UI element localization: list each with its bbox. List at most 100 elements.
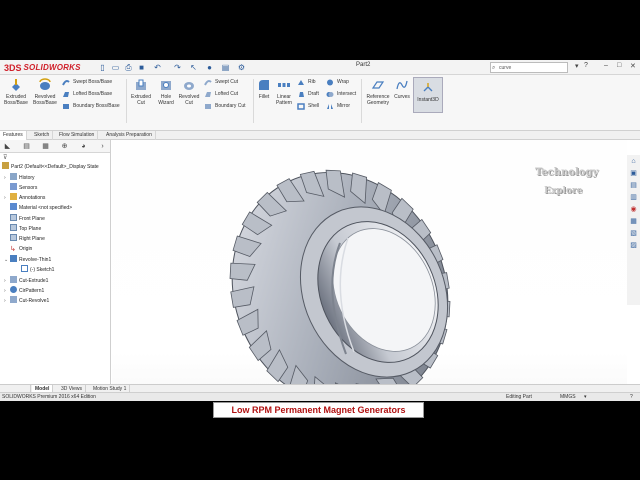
extruded-cut-button[interactable]: Extruded Cut — [128, 78, 154, 106]
display-manager-tab-icon[interactable]: ◕ — [79, 142, 88, 151]
feature-manager-tab-icon[interactable]: ◣ — [3, 142, 12, 151]
history-icon — [10, 173, 17, 180]
solidworks-logo[interactable]: 3DS SOLIDWORKS — [4, 62, 81, 73]
custom-properties-icon[interactable]: ▧ — [629, 229, 638, 238]
tree-item-history[interactable]: › History — [4, 173, 35, 182]
rebuild-icon[interactable]: ● — [204, 62, 215, 73]
tree-item-sensors[interactable]: Sensors — [4, 183, 37, 192]
file-properties-icon[interactable]: ▤ — [220, 62, 231, 73]
reference-geometry-button[interactable]: Reference Geometry — [363, 78, 393, 106]
help-icon[interactable]: ? — [584, 62, 588, 69]
view-palette-icon[interactable]: ▦ — [629, 217, 638, 226]
close-icon[interactable]: ✕ — [630, 62, 636, 70]
lofted-boss-button[interactable]: Lofted Boss/Base — [62, 90, 112, 99]
minimize-icon[interactable]: – — [604, 62, 608, 69]
cut-revolve-icon — [10, 296, 17, 303]
save-icon[interactable]: ■ — [136, 62, 147, 73]
revolved-boss-button[interactable]: Revolved Boss/Base — [31, 78, 59, 106]
search-text: curve — [499, 65, 512, 71]
video-caption: Low RPM Permanent Magnet Generators — [213, 402, 424, 418]
search-input[interactable]: ⌕ curve — [490, 62, 568, 73]
redo-icon[interactable]: ↷ — [172, 62, 183, 73]
help-status-icon[interactable]: ? — [630, 394, 633, 400]
tree-item-origin[interactable]: ↳ Origin — [4, 245, 32, 254]
reference-geometry-icon — [371, 81, 385, 89]
tab-flow-simulation[interactable]: Flow Simulation — [56, 131, 99, 140]
shell-button[interactable]: Shell — [297, 102, 319, 111]
extruded-boss-button[interactable]: Extruded Boss/Base — [2, 78, 30, 106]
maximize-icon[interactable]: □ — [617, 62, 621, 69]
bottom-tabs: Model 3D Views Motion Study 1 — [0, 384, 640, 393]
graphics-viewport[interactable]: Technology Explore — [112, 140, 627, 401]
tire-model-render[interactable] — [112, 140, 627, 401]
hole-wizard-icon — [161, 81, 171, 90]
wrap-button[interactable]: Wrap — [326, 78, 349, 87]
shell-icon — [297, 103, 305, 110]
forum-icon[interactable]: ▨ — [629, 241, 638, 250]
curves-button[interactable]: Curves — [393, 78, 411, 100]
rib-button[interactable]: Rib — [297, 78, 316, 87]
file-explorer-icon[interactable]: ▥ — [629, 193, 638, 202]
units-dropdown-icon[interactable]: ▾ — [584, 394, 587, 400]
tree-item-sketch1[interactable]: (-) Sketch1 — [21, 265, 54, 274]
options-gear-icon[interactable]: ⚙ — [236, 62, 247, 73]
new-document-icon[interactable]: ▯ — [97, 62, 108, 73]
tab-analysis-preparation[interactable]: Analysis Preparation — [103, 131, 156, 140]
tree-item-cirpattern1[interactable]: › CirPattern1 — [4, 286, 44, 295]
revolved-cut-button[interactable]: Revolved Cut — [177, 78, 201, 106]
swept-cut-button[interactable]: Swept Cut — [204, 78, 238, 87]
tree-item-front-plane[interactable]: Front Plane — [4, 214, 45, 223]
tree-item-top-plane[interactable]: Top Plane — [4, 224, 41, 233]
boundary-boss-icon — [63, 104, 69, 109]
plane-icon — [10, 224, 17, 231]
intersect-button[interactable]: Intersect — [326, 90, 356, 99]
tree-item-right-plane[interactable]: Right Plane — [4, 234, 45, 243]
resources-icon[interactable]: ▣ — [629, 169, 638, 178]
tree-item-cut-revolve1[interactable]: › Cut-Revolve1 — [4, 296, 49, 305]
dimxpert-tab-icon[interactable]: ⊕ — [60, 142, 69, 151]
hole-wizard-button[interactable]: Hole Wizard — [155, 78, 177, 106]
units-text[interactable]: MMGS — [560, 394, 576, 400]
tab-sketch[interactable]: Sketch — [31, 131, 54, 140]
print-icon[interactable]: ⎙ — [123, 62, 134, 73]
tree-item-revolve-thin1[interactable]: ⌄ Revolve-Thin1 — [4, 255, 51, 264]
command-manager-ribbon: Extruded Boss/Base Revolved Boss/Base Sw… — [0, 75, 640, 131]
configuration-manager-tab-icon[interactable]: ▦ — [41, 142, 50, 151]
swept-boss-button[interactable]: Swept Boss/Base — [62, 78, 112, 87]
tree-item-material[interactable]: Material <not specified> — [4, 203, 72, 212]
swept-cut-icon — [204, 80, 212, 86]
tree-item-cut-extrude1[interactable]: › Cut-Extrude1 — [4, 276, 48, 285]
document-title: Part2 — [356, 62, 371, 68]
lofted-cut-button[interactable]: Lofted Cut — [204, 90, 238, 99]
panel-expand-icon[interactable]: › — [98, 142, 107, 151]
linear-pattern-button[interactable]: Linear Pattern — [273, 78, 295, 106]
lofted-cut-icon — [205, 92, 211, 97]
search-dropdown-icon[interactable]: ▾ — [575, 62, 579, 70]
tree-item-annotations[interactable]: › Annotations — [4, 193, 45, 202]
tab-features[interactable]: Features — [0, 131, 27, 140]
open-icon[interactable]: ▭ — [110, 62, 121, 73]
tree-root-part[interactable]: Part2 (Default<<Default>_Display State — [2, 162, 99, 171]
draft-button[interactable]: Draft — [297, 90, 319, 99]
boundary-cut-button[interactable]: Boundary Cut — [204, 102, 246, 111]
mirror-button[interactable]: Mirror — [326, 102, 350, 111]
property-manager-tab-icon[interactable]: ▤ — [22, 142, 31, 151]
fillet-icon — [259, 80, 269, 90]
fillet-button[interactable]: Fillet — [255, 78, 273, 100]
plane-icon — [10, 214, 17, 221]
appearances-icon[interactable]: ◉ — [629, 205, 638, 214]
boundary-cut-icon — [205, 104, 211, 109]
linear-pattern-icon — [278, 83, 290, 87]
undo-icon[interactable]: ↶ — [152, 62, 163, 73]
instant3d-button[interactable]: Instant3D — [413, 77, 443, 113]
boundary-boss-button[interactable]: Boundary Boss/Base — [62, 102, 120, 111]
home-icon[interactable]: ⌂ — [629, 157, 638, 166]
title-bar: 3DS SOLIDWORKS ▯ ▭ ⎙ ■ ↶ ↷ ↖ ● ▤ ⚙ Part2… — [0, 60, 640, 75]
filter-icon[interactable]: ⊽ — [3, 154, 7, 161]
extrude-icon — [12, 79, 20, 91]
select-cursor-icon[interactable]: ↖ — [188, 62, 199, 73]
search-icon: ⌕ — [492, 65, 496, 71]
design-library-icon[interactable]: ▤ — [629, 181, 638, 190]
wrap-icon — [327, 79, 333, 86]
edition-text: SOLIDWORKS Premium 2016 x64 Edition — [2, 394, 96, 400]
